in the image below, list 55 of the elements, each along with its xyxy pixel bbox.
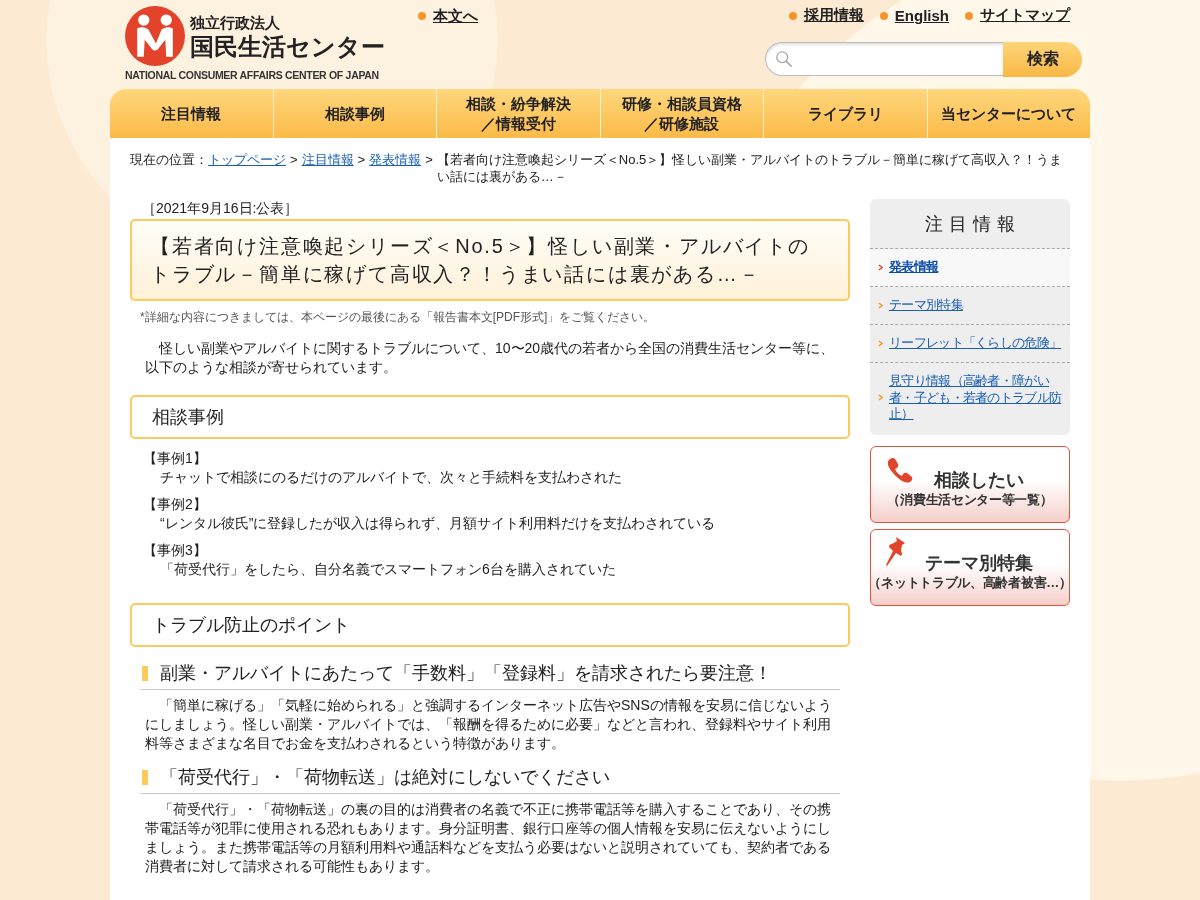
skip-link[interactable]: 本文へ — [418, 6, 478, 26]
organization-name: 国民生活センター — [190, 31, 385, 62]
dot-icon — [965, 11, 973, 20]
point-paragraph: 「荷受代行」・「荷物転送」の裏の目的は消費者の名義で不正に携帯電話等を購入することであり、その携帯電話等が犯罪に使用される恐れもあります。身分証明書、銀行口座等の個人情報を安易に伝えないようにしましょう。また携帯電話等の月額利用料や通話料などを支払う必要はないと説明されていても、契約者である消費者に対して請求される可能性もあります。 — [144, 800, 832, 876]
section-heading: 相談事例 — [130, 395, 850, 439]
breadcrumb-label: 現在の位置： — [130, 152, 208, 167]
point-heading: 「荷受代行」・「荷物転送」は絶対にしないでください — [160, 766, 610, 789]
dot-icon — [879, 11, 888, 20]
organization-type: 独立行政法人 — [190, 12, 281, 32]
dot-icon — [788, 11, 797, 20]
nav-tab[interactable]: 相談事例 — [272, 89, 436, 138]
banner-button[interactable]: テーマ別特集 （ネットトラブル、高齢者被害…） — [870, 528, 1070, 606]
case-label: 【事例1】 — [143, 449, 208, 468]
chevron-icon — [878, 264, 883, 271]
logo-icon — [125, 6, 185, 66]
nav-tab[interactable]: 注目情報 — [110, 89, 273, 138]
breadcrumb-separator: > — [357, 152, 366, 167]
heading-bar-icon — [142, 769, 148, 785]
dot-icon — [418, 12, 426, 20]
intro-paragraph: 怪しい副業やアルバイトに関するトラブルについて、10〜20歳代の若者から全国の消費生活センター等に、以下のような相談が寄せられています。 — [144, 339, 836, 377]
breadcrumb-link[interactable]: 発表情報 — [369, 152, 422, 167]
case-label: 【事例2】 — [143, 495, 208, 514]
search-button[interactable]: 検索 — [1003, 42, 1082, 77]
nav-tab[interactable]: ライブラリ — [763, 89, 927, 138]
phone-icon — [886, 455, 914, 484]
point-heading: 副業・アルバイトにあたって「手数料」「登録料」を請求されたら要注意！ — [160, 662, 772, 685]
organization-english-name: NATIONAL CONSUMER AFFAIRS CENTER OF JAPAN — [125, 69, 379, 82]
banner-button[interactable]: 相談したい （消費生活センター等一覧） — [870, 445, 1070, 523]
publish-date: ［2021年9月16日:公表］ — [141, 199, 300, 217]
search-field[interactable] — [765, 42, 1003, 76]
sidebar-link[interactable]: テーマ別特集 — [870, 287, 1070, 325]
nav-tab[interactable]: 研修・相談員資格 ／研修施設 — [599, 89, 763, 138]
chevron-icon — [878, 340, 883, 347]
utility-link[interactable]: English — [879, 6, 949, 25]
case-text: “レンタル彼氏”に登録したが収入は得られず、月額サイト利用料だけを支払わされている — [159, 514, 717, 533]
nav-tab[interactable]: 当センターについて — [926, 89, 1090, 138]
breadcrumb-link[interactable]: 注目情報 — [301, 152, 354, 167]
breadcrumb-separator: > — [425, 152, 433, 167]
search-icon — [775, 50, 793, 68]
chevron-icon — [878, 302, 883, 309]
breadcrumb-link[interactable]: トップページ — [208, 152, 286, 167]
point-paragraph: 「簡単に稼げる」「気軽に始められる」と強調するインターネット広告やSNSの情報を安易に信じないようにしましょう。怪しい副業・アルバイトでは、「報酬を得るために必要」などと言われ、登録料やサイト利用料等さまざまな名目でお金を支払わされるという特徴があります。 — [144, 696, 833, 753]
breadcrumb-current: 【若者向け注意喚起シリーズ＜No.5＞】怪しい副業・アルバイトのトラブル－簡単に稼げて高収入？！うまい話には裏がある…－ — [436, 151, 1064, 185]
case-text: チャットで相談にのるだけのアルバイトで、次々と手続料を支払わされた — [159, 468, 623, 487]
breadcrumb-separator: > — [290, 152, 298, 167]
article-title: 【若者向け注意喚起シリーズ＜No.5＞】怪しい副業・アルバイトのトラブル－簡単に稼げて高収入？！うまい話には裏がある…－ — [130, 219, 850, 301]
section-heading: トラブル防止のポイント — [130, 603, 850, 647]
chevron-icon — [878, 394, 883, 402]
heading-bar-icon — [142, 665, 148, 681]
utility-link[interactable]: サイトマップ — [965, 6, 1070, 25]
case-text: 「荷受代行」をしたら、自分名義でスマートフォン6台を購入されていた — [159, 560, 617, 579]
utility-link[interactable]: 採用情報 — [788, 6, 864, 25]
nav-tab[interactable]: 相談・紛争解決 ／情報受付 — [436, 89, 600, 138]
detail-note: *詳細な内容につきましては、本ページの最後にある「報告書本文[PDF形式]」をご覧ください。 — [140, 309, 657, 325]
case-label: 【事例3】 — [143, 541, 208, 560]
